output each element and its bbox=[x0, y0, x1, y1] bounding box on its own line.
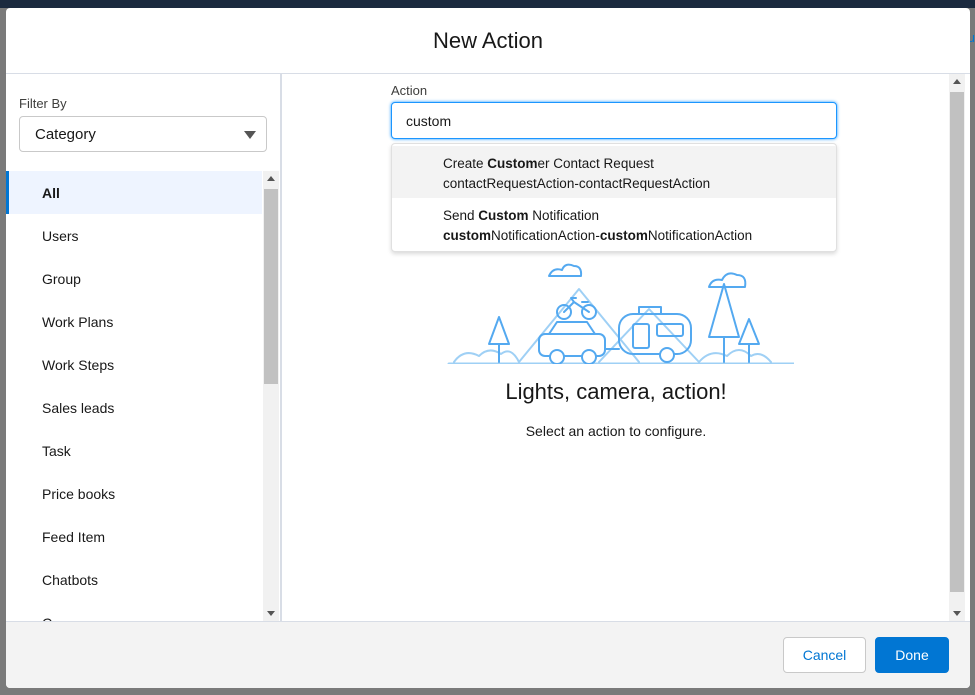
suggestion-create-customer-contact-request[interactable]: Create Customer Contact Request contactR… bbox=[392, 146, 836, 198]
category-item-chatbots[interactable]: Chatbots bbox=[6, 558, 262, 601]
top-bar bbox=[0, 0, 975, 8]
category-item-task[interactable]: Task bbox=[6, 429, 262, 472]
empty-state-subtitle: Select an action to configure. bbox=[525, 423, 707, 439]
suggestion-title: Send Custom Notification bbox=[443, 208, 600, 223]
category-item-work-plans[interactable]: Work Plans bbox=[6, 300, 262, 343]
filter-select-value: Category bbox=[35, 125, 96, 143]
category-item-price-books[interactable]: Price books bbox=[6, 472, 262, 515]
action-search-input[interactable] bbox=[391, 102, 837, 139]
action-label: Action bbox=[391, 83, 428, 98]
action-pane: Action Create Customer Contact Request c… bbox=[284, 74, 948, 621]
category-scroll-thumb[interactable] bbox=[264, 189, 278, 384]
modal-title: New Action bbox=[432, 27, 544, 53]
filter-select[interactable]: Category bbox=[19, 116, 267, 152]
modal-body: Filter By Category All Users Group Work … bbox=[6, 74, 970, 621]
category-item-group[interactable]: Group bbox=[6, 257, 262, 300]
scroll-down-icon[interactable] bbox=[267, 611, 275, 616]
filter-by-label: Filter By bbox=[19, 96, 67, 111]
new-action-modal: New Action Filter By Category All Users … bbox=[6, 8, 970, 688]
filter-pane: Filter By Category All Users Group Work … bbox=[6, 74, 282, 621]
empty-state-title: Lights, camera, action! bbox=[505, 379, 727, 404]
category-scrollbar[interactable] bbox=[263, 171, 279, 621]
action-suggestions-dropdown: Create Customer Contact Request contactR… bbox=[391, 143, 837, 252]
suggestion-subtitle: contactRequestAction-contactRequestActio… bbox=[443, 176, 711, 191]
category-list: All Users Group Work Plans Work Steps Sa… bbox=[6, 171, 262, 621]
category-item-feed-item[interactable]: Feed Item bbox=[6, 515, 262, 558]
category-item-all[interactable]: All bbox=[6, 171, 262, 214]
modal-header: New Action bbox=[6, 8, 970, 74]
action-pane-scrollbar[interactable] bbox=[949, 74, 965, 621]
scroll-up-icon[interactable] bbox=[953, 79, 961, 84]
suggestion-subtitle: customNotificationAction-customNotificat… bbox=[443, 228, 753, 243]
suggestion-send-custom-notification[interactable]: Send Custom Notification customNotificat… bbox=[392, 198, 836, 250]
action-pane-scroll-thumb[interactable] bbox=[950, 92, 964, 592]
category-item-work-steps[interactable]: Work Steps bbox=[6, 343, 262, 386]
category-item-sales-leads[interactable]: Sales leads bbox=[6, 386, 262, 429]
scroll-down-icon[interactable] bbox=[953, 611, 961, 616]
category-item-partial[interactable]: C bbox=[6, 601, 262, 622]
done-button[interactable]: Done bbox=[875, 637, 949, 673]
modal-footer: Cancel Done bbox=[6, 621, 970, 688]
chevron-down-icon bbox=[244, 131, 256, 139]
suggestion-title: Create Customer Contact Request bbox=[443, 156, 654, 171]
scroll-up-icon[interactable] bbox=[267, 176, 275, 181]
cancel-button[interactable]: Cancel bbox=[783, 637, 866, 673]
category-item-users[interactable]: Users bbox=[6, 214, 262, 257]
